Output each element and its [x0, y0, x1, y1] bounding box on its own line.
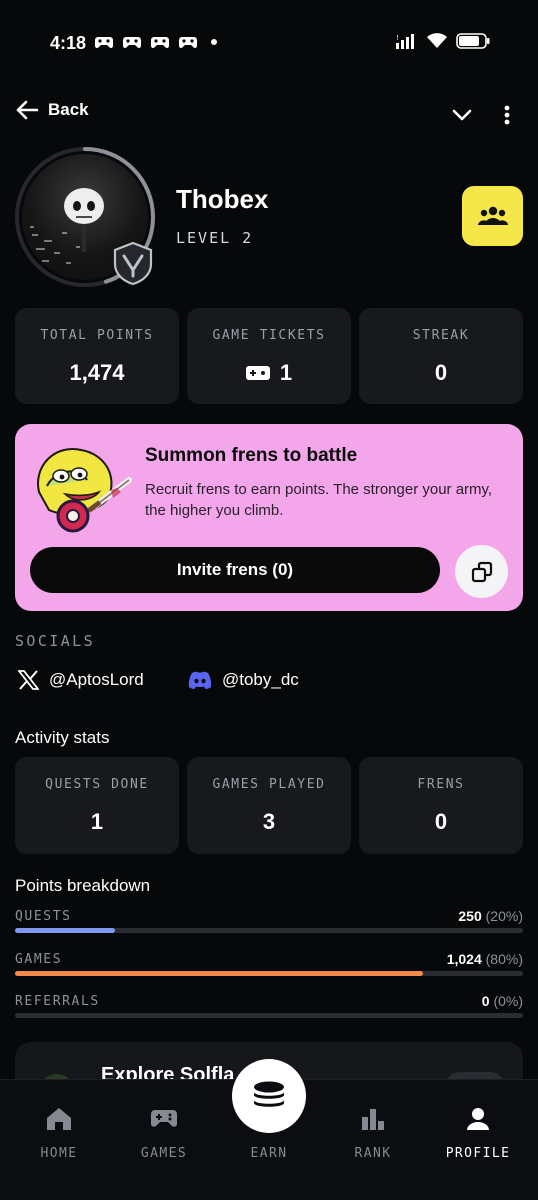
game-controller-notification-icon	[151, 37, 169, 48]
social-x-account[interactable]: @AptosLord	[18, 670, 144, 690]
arrow-left-icon	[16, 100, 38, 120]
stat-card-game-tickets: GAME TICKETS 1	[187, 308, 351, 404]
social-handle: @AptosLord	[49, 670, 144, 689]
points-row-label: REFERRALS	[15, 994, 100, 1009]
username: Thobex	[176, 184, 269, 214]
game-controller-notification-icon	[95, 37, 113, 48]
collapse-button[interactable]	[446, 100, 478, 130]
points-row-value: 0 (0%)	[481, 993, 523, 1009]
back-label: Back	[48, 100, 89, 119]
banner-description: Recruit frens to earn points. The strong…	[145, 481, 493, 519]
home-icon	[47, 1108, 71, 1130]
stat-label: GAME TICKETS	[212, 328, 326, 343]
activity-card-games-played: GAMES PLAYED 3	[187, 757, 351, 854]
person-icon	[467, 1108, 489, 1130]
more-vertical-icon	[504, 105, 510, 125]
points-progress-fill	[15, 971, 423, 976]
stat-value: 0	[434, 360, 448, 385]
game-controller-notification-icon	[123, 37, 141, 48]
socials-heading: SOCIALS	[15, 632, 96, 650]
points-breakdown-heading: Points breakdown	[15, 876, 151, 895]
svg-text:!: !	[396, 34, 399, 42]
points-progress-track	[15, 928, 523, 933]
frens-button[interactable]	[462, 186, 523, 246]
ticket-icon	[245, 366, 270, 380]
back-button[interactable]: Back	[16, 100, 89, 120]
activity-stats-heading: Activity stats	[15, 728, 110, 747]
activity-value: 0	[434, 809, 448, 834]
avatar[interactable]	[14, 146, 156, 288]
user-level: LEVEL 2	[176, 229, 254, 247]
copy-invite-link-button[interactable]	[455, 545, 508, 598]
activity-card-frens: FRENS 0	[359, 757, 523, 854]
points-progress-fill	[15, 928, 115, 933]
chevron-down-icon	[452, 109, 472, 121]
nav-label: EARN	[250, 1146, 288, 1161]
more-options-button[interactable]	[496, 100, 518, 130]
activity-label: QUESTS DONE	[45, 777, 149, 792]
activity-value: 3	[262, 809, 276, 834]
battery-icon	[456, 33, 490, 49]
stat-card-streak: STREAK 0	[359, 308, 523, 404]
stat-value: 1,474	[69, 360, 125, 385]
gamepad-icon	[151, 1110, 177, 1127]
points-row-label: GAMES	[15, 952, 63, 967]
signal-icon: !	[396, 34, 414, 49]
nav-item-rank[interactable]: RANK	[328, 1104, 418, 1161]
group-users-icon	[477, 206, 508, 225]
points-row-value: 1,024 (80%)	[446, 951, 523, 967]
game-controller-notification-icon	[179, 37, 197, 48]
invite-frens-button[interactable]: Invite frens (0)	[30, 547, 440, 593]
stat-card-total-points: TOTAL POINTS 1,474	[15, 308, 179, 404]
bar-chart-icon	[362, 1109, 384, 1130]
activity-label: GAMES PLAYED	[212, 777, 326, 792]
more-notifications-dot-icon	[211, 39, 217, 45]
social-discord-account[interactable]: @toby_dc	[188, 670, 299, 690]
level-badge-shield-icon	[113, 241, 153, 286]
banner-title: Summon frens to battle	[145, 445, 358, 466]
stat-label: STREAK	[412, 328, 470, 343]
nav-item-games[interactable]: GAMES	[119, 1104, 209, 1161]
points-row-label: QUESTS	[15, 909, 72, 924]
x-logo-icon	[18, 670, 39, 690]
discord-icon	[188, 671, 212, 689]
nav-label: GAMES	[140, 1146, 188, 1161]
notification-icons	[95, 34, 217, 50]
stat-label: TOTAL POINTS	[40, 328, 154, 343]
stat-value: 1	[187, 360, 351, 386]
points-progress-track	[15, 1013, 523, 1018]
activity-label: FRENS	[417, 777, 465, 792]
points-progress-track	[15, 971, 523, 976]
nav-label: PROFILE	[445, 1146, 511, 1161]
nav-item-earn[interactable]: EARN	[224, 1104, 314, 1161]
nav-label: HOME	[40, 1146, 78, 1161]
social-handle: @toby_dc	[222, 670, 299, 689]
nav-item-home[interactable]: HOME	[14, 1104, 104, 1161]
nav-item-profile[interactable]: PROFILE	[433, 1104, 523, 1161]
activity-value: 1	[90, 809, 104, 834]
status-bar: 4:18 !	[0, 0, 538, 88]
summon-frens-banner: Summon frens to battle Recruit frens to …	[15, 424, 523, 611]
bottom-navigation: HOME GAMES EARN RANK PROFILE	[0, 1059, 538, 1200]
wifi-icon	[427, 33, 447, 48]
points-row-value: 250 (20%)	[458, 908, 523, 924]
system-icons: !	[396, 32, 490, 50]
pepe-warrior-illustration	[37, 448, 132, 533]
status-time: 4:18	[50, 33, 87, 53]
copy-icon	[471, 561, 492, 582]
activity-card-quests-done: QUESTS DONE 1	[15, 757, 179, 854]
nav-label: RANK	[354, 1146, 392, 1161]
